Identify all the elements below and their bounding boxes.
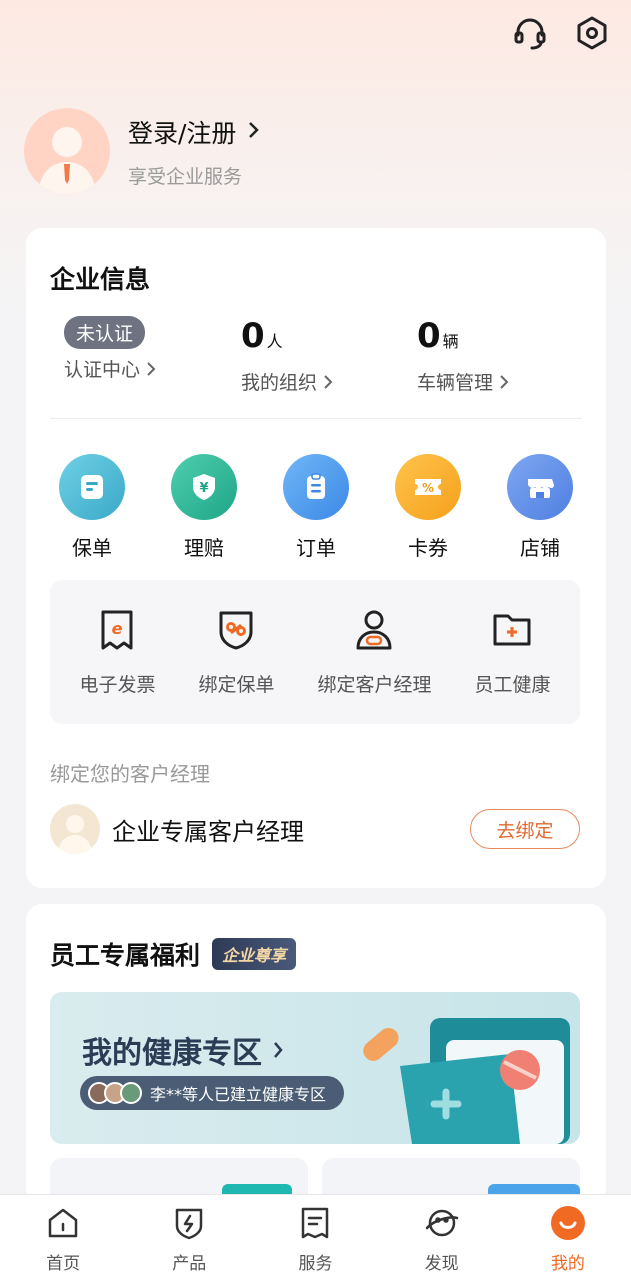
tab-discover-label: 发现 [424,1254,459,1274]
tab-home[interactable]: 首页 [18,1205,108,1274]
tab-home-label: 首页 [46,1254,81,1274]
svg-text:¥: ¥ [199,481,208,496]
manager-row: 企业专属客户经理 [50,804,304,854]
divider [50,418,582,419]
tool-bind-policy-label: 绑定保单 [198,673,275,696]
product-icon [171,1205,207,1241]
chevron-right-icon [324,374,333,389]
banner-users-pill: 李**等人已建立健康专区 [80,1076,345,1110]
home-icon [45,1205,81,1241]
mine-icon [550,1205,586,1241]
cert-status-badge: 未认证 [64,316,146,349]
benefits-title: 员工专属福利 [50,941,201,970]
tool-e-invoice-label: 电子发票 [79,673,156,696]
svg-text:%: % [422,481,434,495]
certification-center[interactable]: 未认证 认证中心 [64,316,156,382]
tool-bind-manager-label: 绑定客户经理 [317,673,432,696]
tab-mine-label: 我的 [550,1254,585,1274]
chevron-right-icon [147,361,156,376]
org-count: 0人 [241,316,283,356]
discover-icon [424,1205,460,1241]
bind-manager-icon [352,608,396,652]
health-zone-banner[interactable]: 我的健康专区 李**等人已建立健康专区 [50,992,580,1144]
quick-store[interactable]: 店铺 [495,454,585,561]
quick-policy[interactable]: 保单 [47,454,137,561]
profile-header[interactable]: 登录/注册 享受企业服务 [24,108,260,194]
tool-bind-policy[interactable]: 绑定保单 [198,608,275,697]
tab-service-label: 服务 [298,1254,333,1274]
bottom-tab-bar: 首页 产品 服务 发现 我的 [0,1194,631,1280]
invoice-icon: e [95,608,139,652]
tab-product[interactable]: 产品 [144,1205,234,1274]
tool-bind-manager[interactable]: 绑定客户经理 [317,608,432,697]
bind-policy-icon [214,608,258,652]
cert-center-label: 认证中心 [64,355,156,382]
enterprise-stats: 未认证 认证中心 0人 我的组织 0辆 车辆管理 [26,316,606,395]
health-folder-icon [490,608,534,652]
login-label: 登录/注册 [128,118,237,148]
tool-e-invoice[interactable]: e 电子发票 [79,608,156,697]
banner-pill-text: 李**等人已建立健康专区 [150,1085,327,1104]
quick-coupon[interactable]: % 卡券 [383,454,473,561]
tool-employee-health-label: 员工健康 [474,673,551,696]
tools-panel: e 电子发票 绑定保单 绑定客户经理 员工健康 [50,580,580,724]
chevron-right-icon [274,1042,283,1058]
top-bar [511,14,611,52]
customer-service-icon[interactable] [511,14,549,52]
benefits-header: 员工专属福利 企业尊享 [50,936,297,972]
coupon-icon: % [395,454,461,520]
user-avatars-stack [88,1082,142,1104]
service-icon [297,1205,333,1241]
chevron-right-icon [500,374,509,389]
vehicle-count: 0辆 [417,316,459,356]
user-avatar [24,108,110,194]
login-register-link[interactable]: 登录/注册 [128,114,260,150]
order-icon [283,454,349,520]
tab-discover[interactable]: 发现 [397,1205,487,1274]
health-folder-illustration [363,1018,570,1144]
bind-manager-button[interactable]: 去绑定 [470,809,580,849]
manager-avatar [50,804,100,854]
tab-service[interactable]: 服务 [270,1205,360,1274]
banner-title: 我的健康专区 [82,1028,284,1072]
enterprise-exclusive-badge: 企业尊享 [212,938,297,970]
tab-mine[interactable]: 我的 [523,1205,613,1274]
quick-claim[interactable]: ¥ 理赔 [159,454,249,561]
my-organization[interactable]: 0人 我的组织 [241,316,333,395]
svg-text:e: e [112,619,123,638]
manager-name: 企业专属客户经理 [112,817,304,846]
quick-actions: 保单 ¥ 理赔 订单 % 卡券 店铺 [26,454,606,561]
claim-icon: ¥ [171,454,237,520]
org-label: 我的组织 [241,368,333,395]
enterprise-info-card: 企业信息 未认证 认证中心 0人 我的组织 0辆 车辆管理 保单 ¥ 理赔 订单… [26,228,606,888]
quick-order[interactable]: 订单 [271,454,361,561]
settings-icon[interactable] [573,14,611,52]
store-icon [507,454,573,520]
policy-icon [59,454,125,520]
enterprise-title: 企业信息 [50,265,151,294]
tool-employee-health[interactable]: 员工健康 [474,608,551,697]
bind-manager-title: 绑定您的客户经理 [50,762,210,786]
quick-order-label: 订单 [296,536,336,560]
tab-product-label: 产品 [172,1254,207,1274]
employee-benefits-card: 员工专属福利 企业尊享 我的健康专区 李**等人已建立健康专区 [26,904,606,1218]
chevron-right-icon [246,117,260,146]
vehicle-management[interactable]: 0辆 车辆管理 [417,316,509,395]
quick-claim-label: 理赔 [184,536,224,560]
quick-store-label: 店铺 [520,536,560,560]
quick-policy-label: 保单 [72,536,112,560]
quick-coupon-label: 卡券 [408,536,448,560]
profile-subtitle: 享受企业服务 [128,165,243,188]
vehicle-label: 车辆管理 [417,368,509,395]
